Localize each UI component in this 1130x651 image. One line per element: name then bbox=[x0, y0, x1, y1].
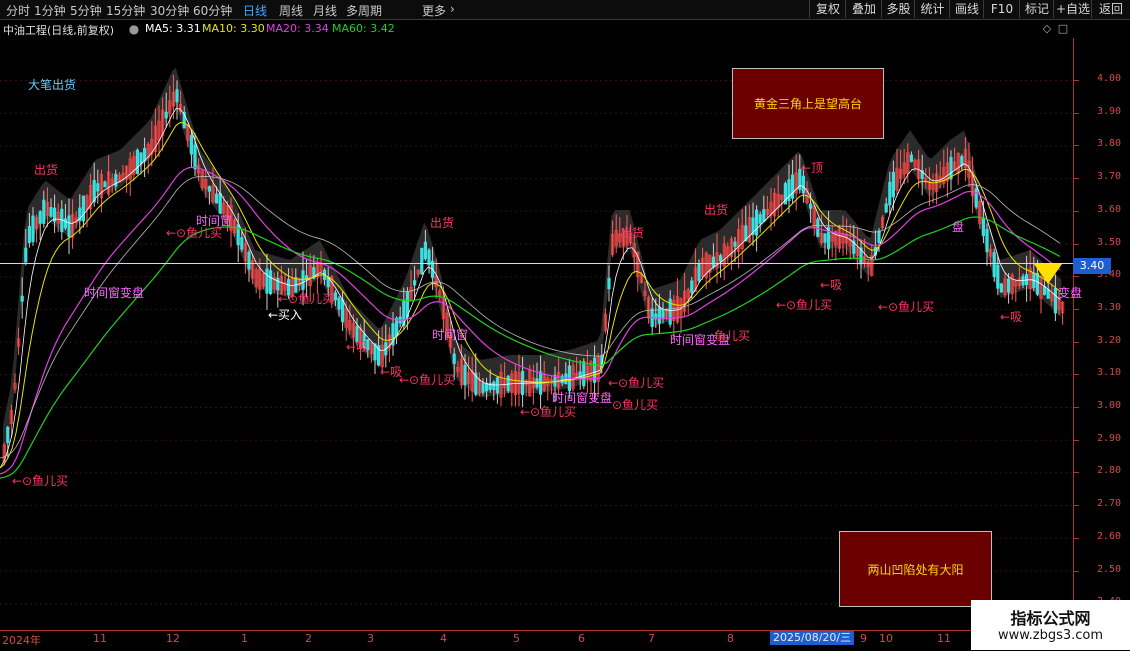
price-axis: 4.00 3.90 3.80 3.70 3.60 3.50 3.40 3.30 3.20 3.10… bbox=[1073, 38, 1130, 632]
square-icon[interactable]: □ bbox=[1056, 22, 1070, 36]
y-tick-label: 2.80 bbox=[1097, 465, 1122, 477]
stock-title: 中油工程(日线,前复权) bbox=[3, 24, 115, 37]
annotation-text: 黄金三角上是望高台 bbox=[753, 97, 862, 111]
tab-30min[interactable]: 30分钟 bbox=[150, 2, 189, 19]
ma-info-bar: 中油工程(日线,前复权) ● MA5: 3.31 MA10: 3.30 MA20… bbox=[0, 20, 1130, 38]
signal-label: ←买入 bbox=[268, 308, 303, 322]
signal-label: ←吸 bbox=[1000, 310, 1023, 324]
x-label: 9 bbox=[860, 632, 867, 645]
x-label: 8 bbox=[727, 632, 734, 645]
x-label: 11 bbox=[93, 632, 107, 645]
tab-15min[interactable]: 15分钟 bbox=[106, 2, 145, 19]
chevron-right-icon[interactable]: › bbox=[450, 2, 455, 16]
signal-label: 大笔出货 bbox=[28, 78, 77, 92]
statistics-button[interactable]: 统计 bbox=[914, 0, 950, 18]
back-button[interactable]: 返回 bbox=[1091, 0, 1130, 18]
y-tick-label: 3.20 bbox=[1097, 334, 1122, 346]
y-tick-label: 3.80 bbox=[1097, 138, 1122, 150]
signal-label: 鱼儿买 bbox=[714, 329, 751, 343]
tab-daily[interactable]: 日线 bbox=[243, 2, 267, 19]
signal-label: 出货 bbox=[430, 216, 455, 230]
watermark-url: www.zbgs3.com bbox=[997, 628, 1104, 643]
signal-label: ←⊙鱼儿买 bbox=[399, 373, 456, 387]
y-tick-label: 3.90 bbox=[1097, 105, 1122, 117]
x-label: 2024年 bbox=[2, 634, 41, 647]
ma10-value: MA10: 3.30 bbox=[202, 22, 265, 35]
y-tick-label: 2.50 bbox=[1097, 563, 1122, 575]
signal-label: 时间窗 bbox=[196, 214, 233, 228]
fuquan-button[interactable]: 复权 bbox=[809, 0, 846, 18]
overlay-button[interactable]: 叠加 bbox=[845, 0, 882, 18]
y-tick-label: 3.70 bbox=[1097, 171, 1122, 183]
tab-weekly[interactable]: 周线 bbox=[279, 2, 303, 19]
y-tick-label: 2.60 bbox=[1097, 530, 1122, 542]
tab-5min[interactable]: 5分钟 bbox=[70, 2, 102, 19]
signal-label: ←吸 bbox=[346, 340, 369, 354]
y-tick-label: 3.60 bbox=[1097, 203, 1122, 215]
y-tick-label: 4.00 bbox=[1097, 73, 1122, 84]
multi-stock-button[interactable]: 多股 bbox=[881, 0, 915, 18]
signal-label: ←顶 bbox=[801, 161, 824, 175]
annotation-text: 两山凹陷处有大阳 bbox=[867, 562, 964, 577]
signal-label: ←⊙鱼儿买 bbox=[12, 474, 69, 488]
y-tick-label: 3.00 bbox=[1097, 400, 1122, 411]
tab-fenshi[interactable]: 分时 bbox=[6, 2, 30, 19]
tab-1min[interactable]: 1分钟 bbox=[34, 2, 66, 19]
settings-dot-icon[interactable]: ● bbox=[127, 22, 141, 36]
ma60-value: MA60: 3.42 bbox=[332, 22, 395, 35]
x-label: 4 bbox=[440, 632, 447, 645]
signal-label: ←⊙鱼儿买 bbox=[608, 376, 665, 390]
signal-label: 时间窗变盘 bbox=[84, 286, 145, 300]
f10-button[interactable]: F10 bbox=[983, 0, 1020, 18]
x-label: 6 bbox=[578, 632, 585, 645]
x-label: 10 bbox=[879, 632, 893, 645]
y-tick-label: 3.30 bbox=[1097, 301, 1122, 313]
diamond-icon[interactable]: ◇ bbox=[1040, 22, 1054, 36]
annotation-box-bottom: 两山凹陷处有大阳 bbox=[839, 531, 992, 607]
signal-label: 变盘 bbox=[1058, 286, 1083, 300]
signal-label: 时间窗 bbox=[432, 328, 469, 342]
x-label: 3 bbox=[367, 632, 374, 645]
y-tick-label: 3.10 bbox=[1097, 367, 1122, 379]
current-price-tag: 3.40 bbox=[1073, 258, 1111, 274]
ma20-value: MA20: 3.34 bbox=[266, 22, 329, 35]
signal-label: ←吸 bbox=[820, 278, 843, 292]
tab-60min[interactable]: 60分钟 bbox=[193, 2, 232, 19]
x-label: 7 bbox=[648, 632, 655, 645]
period-toolbar: 分时 1分钟 5分钟 15分钟 30分钟 60分钟 日线 周线 月线 多周期 更… bbox=[0, 0, 1130, 20]
signal-label: ←⊙鱼儿买 bbox=[278, 292, 335, 306]
signal-label: 出货 bbox=[34, 163, 59, 177]
mark-button[interactable]: 标记 bbox=[1019, 0, 1054, 18]
annotation-box-top: 黄金三角上是望高台 bbox=[732, 68, 884, 139]
y-tick-label: 3.50 bbox=[1097, 236, 1122, 248]
signal-label: ←吸 bbox=[380, 365, 403, 379]
signal-label: ⊙鱼儿买 bbox=[612, 398, 659, 412]
signal-label: 出货 bbox=[620, 226, 645, 240]
x-label: 11 bbox=[937, 632, 951, 645]
x-label: 1 bbox=[241, 632, 248, 645]
watermark-logo: 指标公式网 www.zbgs3.com bbox=[971, 600, 1130, 650]
y-tick-label: 2.90 bbox=[1097, 432, 1122, 444]
draw-line-button[interactable]: 画线 bbox=[949, 0, 984, 18]
cursor-date-tag: 2025/08/20/三 bbox=[770, 631, 855, 645]
date-axis: 2024年 11 12 1 2 3 4 5 6 7 8 9 10 11 bbox=[0, 630, 1073, 651]
watermark-title: 指标公式网 bbox=[1010, 609, 1091, 628]
ma5-value: MA5: 3.31 bbox=[145, 22, 201, 35]
signal-label: ←⊙鱼儿买 bbox=[776, 298, 833, 312]
x-label: 2 bbox=[305, 632, 312, 645]
tab-more[interactable]: 更多 bbox=[422, 2, 446, 19]
x-label: 12 bbox=[166, 632, 180, 645]
signal-label: 出货 bbox=[704, 203, 729, 217]
y-tick-label: 2.70 bbox=[1097, 498, 1122, 510]
add-watchlist-button[interactable]: +自选 bbox=[1053, 0, 1092, 18]
signal-label: 盘 bbox=[952, 220, 965, 234]
signal-label: 时间窗变盘 bbox=[552, 391, 613, 405]
x-label: 5 bbox=[513, 632, 520, 645]
tab-monthly[interactable]: 月线 bbox=[313, 2, 337, 19]
tab-multi-period[interactable]: 多周期 bbox=[346, 2, 382, 19]
signal-label: ←⊙鱼儿买 bbox=[878, 300, 935, 314]
